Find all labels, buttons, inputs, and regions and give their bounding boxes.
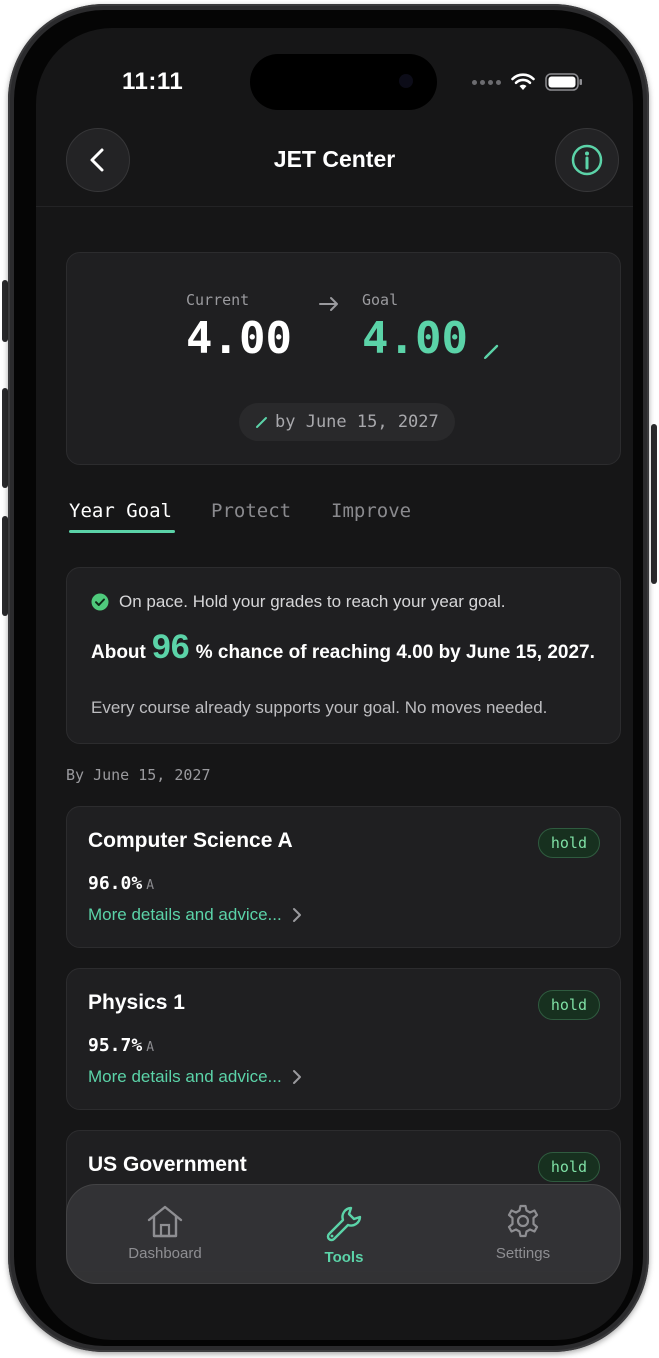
course-card[interactable]: Computer Science A hold 96.0% A More deta… <box>66 806 621 948</box>
power-button <box>651 424 657 584</box>
phone-frame: 11:11 JET Center Current 4.00 Goal 4.00 … <box>8 4 649 1352</box>
course-name: US Government <box>88 1153 247 1176</box>
info-icon <box>571 144 603 176</box>
percent-value: 96.0% <box>88 873 143 894</box>
dynamic-island <box>250 54 437 110</box>
pace-status-text: On pace. Hold your grades to reach your … <box>119 592 506 611</box>
nav-label: Tools <box>324 1249 364 1266</box>
gear-icon <box>507 1204 539 1238</box>
details-link[interactable]: More details and advice... <box>88 1067 302 1087</box>
chevron-right-icon <box>292 1070 301 1084</box>
tab-year-goal[interactable]: Year Goal <box>69 500 172 522</box>
tab-improve[interactable]: Improve <box>331 500 411 522</box>
course-name: Computer Science A <box>88 829 293 852</box>
app-screen: 11:11 JET Center Current 4.00 Goal 4.00 … <box>36 28 633 1340</box>
deadline-text: by June 15, 2027 <box>275 412 439 432</box>
chance-summary: About 96 % chance of reaching 4.00 by Ju… <box>91 628 595 667</box>
battery-icon <box>545 73 582 91</box>
status-badge: hold <box>537 1152 600 1182</box>
nav-label: Dashboard <box>128 1245 202 1262</box>
course-name: Physics 1 <box>88 991 185 1014</box>
info-button[interactable] <box>555 128 619 192</box>
course-percent: 95.7% A <box>88 1035 154 1056</box>
chance-prefix: About <box>91 642 146 663</box>
status-icons <box>472 70 583 94</box>
pencil-icon <box>256 417 267 428</box>
phone-bezel: 11:11 JET Center Current 4.00 Goal 4.00 … <box>14 10 643 1346</box>
pace-note: Every course already supports your goal.… <box>91 698 548 717</box>
pace-card: On pace. Hold your grades to reach your … <box>66 567 621 744</box>
wifi-icon <box>511 73 535 90</box>
page-title: JET Center <box>273 146 396 172</box>
goal-label: Goal <box>362 291 399 309</box>
goal-gpa[interactable]: 4.00 <box>362 313 468 364</box>
check-circle-icon <box>91 593 109 611</box>
details-link-text: More details and advice... <box>88 905 282 924</box>
bottom-tab-bar: Dashboard Tools Settings <box>66 1184 621 1284</box>
nav-settings[interactable]: Settings <box>453 1203 593 1262</box>
chance-suffix: % chance of reaching 4.00 by June 15, 20… <box>195 642 595 663</box>
section-label: By June 15, 2027 <box>66 766 211 784</box>
wrench-icon <box>326 1206 362 1242</box>
chevron-right-icon <box>292 908 301 922</box>
pace-status: On pace. Hold your grades to reach your … <box>91 592 506 612</box>
home-icon <box>147 1205 183 1238</box>
percent-value: 95.7% <box>88 1035 143 1056</box>
letter-grade: A <box>146 878 155 893</box>
course-percent: 96.0% A <box>88 873 154 894</box>
status-badge: hold <box>537 990 600 1020</box>
edit-goal-icon[interactable] <box>483 342 501 360</box>
tab-protect[interactable]: Protect <box>211 500 291 522</box>
gpa-goal-card: Current 4.00 Goal 4.00 by June 15, 2027 <box>66 252 621 465</box>
details-link-text: More details and advice... <box>88 1067 282 1086</box>
current-label: Current <box>186 291 250 309</box>
nav-label: Settings <box>495 1245 551 1262</box>
details-link[interactable]: More details and advice... <box>88 905 302 925</box>
deadline-pill[interactable]: by June 15, 2027 <box>239 403 455 441</box>
current-gpa: 4.00 <box>186 313 292 364</box>
course-card[interactable]: Physics 1 hold 95.7% A More details and a… <box>66 968 621 1110</box>
status-time: 11:11 <box>122 68 184 95</box>
header-divider <box>36 206 633 207</box>
letter-grade: A <box>146 1040 155 1055</box>
chance-value: 96 <box>151 628 190 666</box>
active-tab-indicator <box>69 530 175 533</box>
nav-tools[interactable]: Tools <box>274 1203 414 1266</box>
status-badge: hold <box>537 828 600 858</box>
nav-dashboard[interactable]: Dashboard <box>95 1203 235 1262</box>
cellular-signal-icon <box>472 79 501 85</box>
arrow-right-icon <box>319 297 338 311</box>
